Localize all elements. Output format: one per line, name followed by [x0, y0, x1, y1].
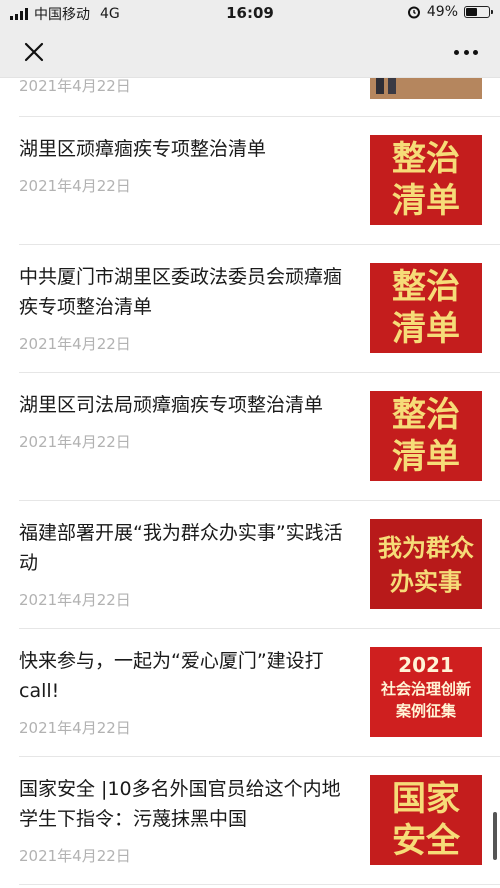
thumbnail-text: 整治	[392, 395, 460, 435]
battery-fill	[466, 8, 477, 16]
more-icon-dot	[473, 49, 478, 55]
thumbnail-text: 社会治理创新	[380, 680, 471, 698]
article-item[interactable]: 国家安全 |10多名外国官员给这个内地学生下指令：污蔑抹黑中国 2021年4月2…	[0, 757, 500, 884]
article-date: 2021年4月22日	[19, 177, 131, 195]
article-date: 2021年4月22日	[19, 591, 131, 609]
article-item[interactable]: 湖里区司法局顽瘴痼疾专项整治清单 2021年4月22日 整治 清单	[0, 373, 500, 500]
article-title: 快来参与，一起为“爱心厦门”建设打call!	[19, 650, 324, 702]
article-thumbnail	[370, 78, 482, 99]
battery-percent: 49%	[426, 4, 458, 20]
thumbnail-text: 清单	[392, 309, 460, 349]
photo-thumbnail-image	[370, 78, 482, 99]
thumbnail-text: 案例征集	[395, 702, 456, 720]
more-button[interactable]	[450, 38, 482, 66]
article-title: 湖里区司法局顽瘴痼疾专项整治清单	[19, 394, 324, 416]
article-thumbnail: 整治 清单	[370, 135, 482, 225]
status-bar: 中国移动 4G 16:09 49%	[0, 0, 500, 26]
divider	[19, 884, 500, 885]
article-thumbnail: 国家 安全	[370, 775, 482, 865]
more-icon-dot	[463, 49, 469, 55]
thumbnail-text: 整治	[392, 267, 460, 307]
thumbnail-text: 我为群众	[378, 534, 474, 562]
article-list: 2021年4月22日 湖里区顽瘴痼疾专项整治清单 2021年4月22日 整治 清…	[0, 78, 500, 888]
alarm-icon	[407, 6, 420, 19]
article-title: 国家安全 |10多名外国官员给这个内地学生下指令：污蔑抹黑中国	[19, 778, 341, 830]
more-icon-dot	[454, 49, 459, 55]
thumbnail-text: 清单	[392, 181, 460, 221]
thumbnail-text: 国家	[392, 779, 460, 819]
article-thumbnail: 整治 清单	[370, 263, 482, 353]
article-thumbnail: 我为群众 办实事	[370, 519, 482, 609]
thumbnail-text: 整治	[392, 139, 460, 179]
article-item[interactable]: 中共厦门市湖里区委政法委员会顽瘴痼疾专项整治清单 2021年4月22日 整治 清…	[0, 245, 500, 372]
close-icon	[24, 42, 44, 62]
scrollbar[interactable]	[493, 812, 497, 860]
article-title: 中共厦门市湖里区委政法委员会顽瘴痼疾专项整治清单	[19, 266, 343, 318]
article-date: 2021年4月22日	[19, 433, 131, 451]
article-title: 福建部署开展“我为群众办实事”实践活动	[19, 522, 343, 574]
thumbnail-text: 办实事	[390, 568, 462, 596]
article-item[interactable]: 福建部署开展“我为群众办实事”实践活动 2021年4月22日 我为群众 办实事	[0, 501, 500, 628]
article-thumbnail: 整治 清单	[370, 391, 482, 481]
article-item[interactable]: 2021年4月22日	[0, 78, 500, 116]
article-date: 2021年4月22日	[19, 719, 131, 737]
article-item[interactable]: 湖里区顽瘴痼疾专项整治清单 2021年4月22日 整治 清单	[0, 117, 500, 244]
article-date: 2021年4月22日	[19, 335, 131, 353]
article-date: 2021年4月22日	[19, 847, 131, 865]
article-thumbnail: 2021 社会治理创新 案例征集	[370, 647, 482, 737]
article-date: 2021年4月22日	[19, 78, 131, 95]
thumbnail-text: 安全	[392, 821, 460, 861]
article-item[interactable]: 快来参与，一起为“爱心厦门”建设打call! 2021年4月22日 2021 社…	[0, 629, 500, 756]
thumbnail-text: 2021	[398, 653, 454, 677]
nav-bar	[0, 26, 500, 78]
thumbnail-text: 清单	[392, 437, 460, 477]
close-button[interactable]	[20, 38, 48, 66]
article-title: 湖里区顽瘴痼疾专项整治清单	[19, 138, 267, 160]
status-right: 49%	[407, 4, 493, 20]
battery-icon	[464, 6, 493, 18]
